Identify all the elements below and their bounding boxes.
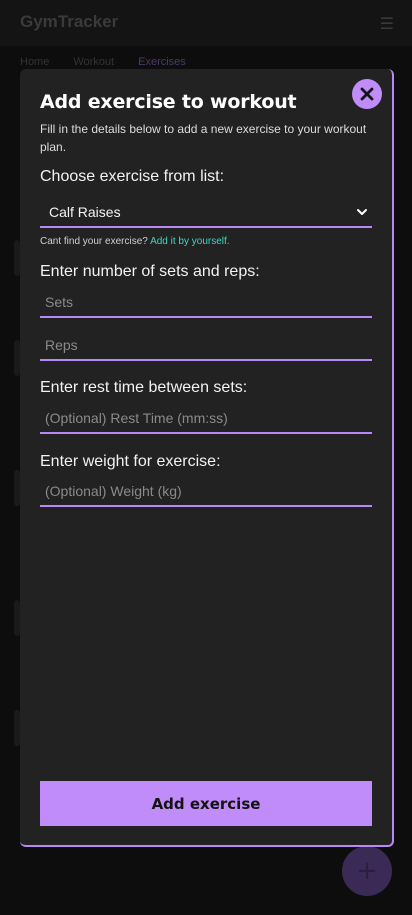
app-title: GymTracker	[20, 12, 119, 31]
exercise-hint: Cant find your exercise? Add it by yours…	[40, 236, 230, 247]
weight-label: Enter weight for exercise:	[40, 453, 221, 470]
add-exercise-modal: Add exercise to workout Fill in the deta…	[20, 69, 394, 847]
modal-subtitle: Fill in the details below to add a new e…	[40, 122, 367, 154]
plus-icon: +	[356, 856, 378, 886]
app-header: GymTracker ☰	[0, 0, 412, 46]
close-icon	[360, 87, 374, 101]
rest-time-input[interactable]: (Optional) Rest Time (mm:ss)	[40, 404, 372, 434]
add-custom-exercise-link[interactable]: Add it by yourself.	[150, 236, 229, 247]
hint-text: Cant find your exercise?	[40, 236, 148, 247]
close-button[interactable]	[352, 79, 382, 109]
reps-placeholder: Reps	[45, 337, 78, 353]
weight-input[interactable]: (Optional) Weight (kg)	[40, 477, 372, 507]
menu-icon: ☰	[379, 14, 394, 33]
choose-exercise-label: Choose exercise from list:	[40, 168, 225, 185]
rest-time-placeholder: (Optional) Rest Time (mm:ss)	[45, 410, 228, 426]
chevron-down-icon	[356, 208, 368, 216]
sets-input[interactable]: Sets	[40, 288, 372, 318]
sets-placeholder: Sets	[45, 294, 74, 310]
weight-placeholder: (Optional) Weight (kg)	[45, 483, 182, 499]
exercise-select[interactable]: Calf Raises	[40, 198, 372, 228]
add-fab-button: +	[342, 846, 392, 896]
reps-input[interactable]: Reps	[40, 331, 372, 361]
modal-title: Add exercise to workout	[40, 91, 297, 113]
add-exercise-button[interactable]: Add exercise	[40, 781, 372, 826]
tab-exercises: Exercises	[138, 56, 186, 68]
rest-time-label: Enter rest time between sets:	[40, 379, 248, 396]
tab-workout: Workout	[73, 56, 115, 68]
tab-home: Home	[20, 56, 50, 68]
app-tabs: Home Workout Exercises	[20, 56, 186, 68]
sets-reps-label: Enter number of sets and reps:	[40, 263, 260, 280]
exercise-select-value: Calf Raises	[49, 204, 121, 220]
